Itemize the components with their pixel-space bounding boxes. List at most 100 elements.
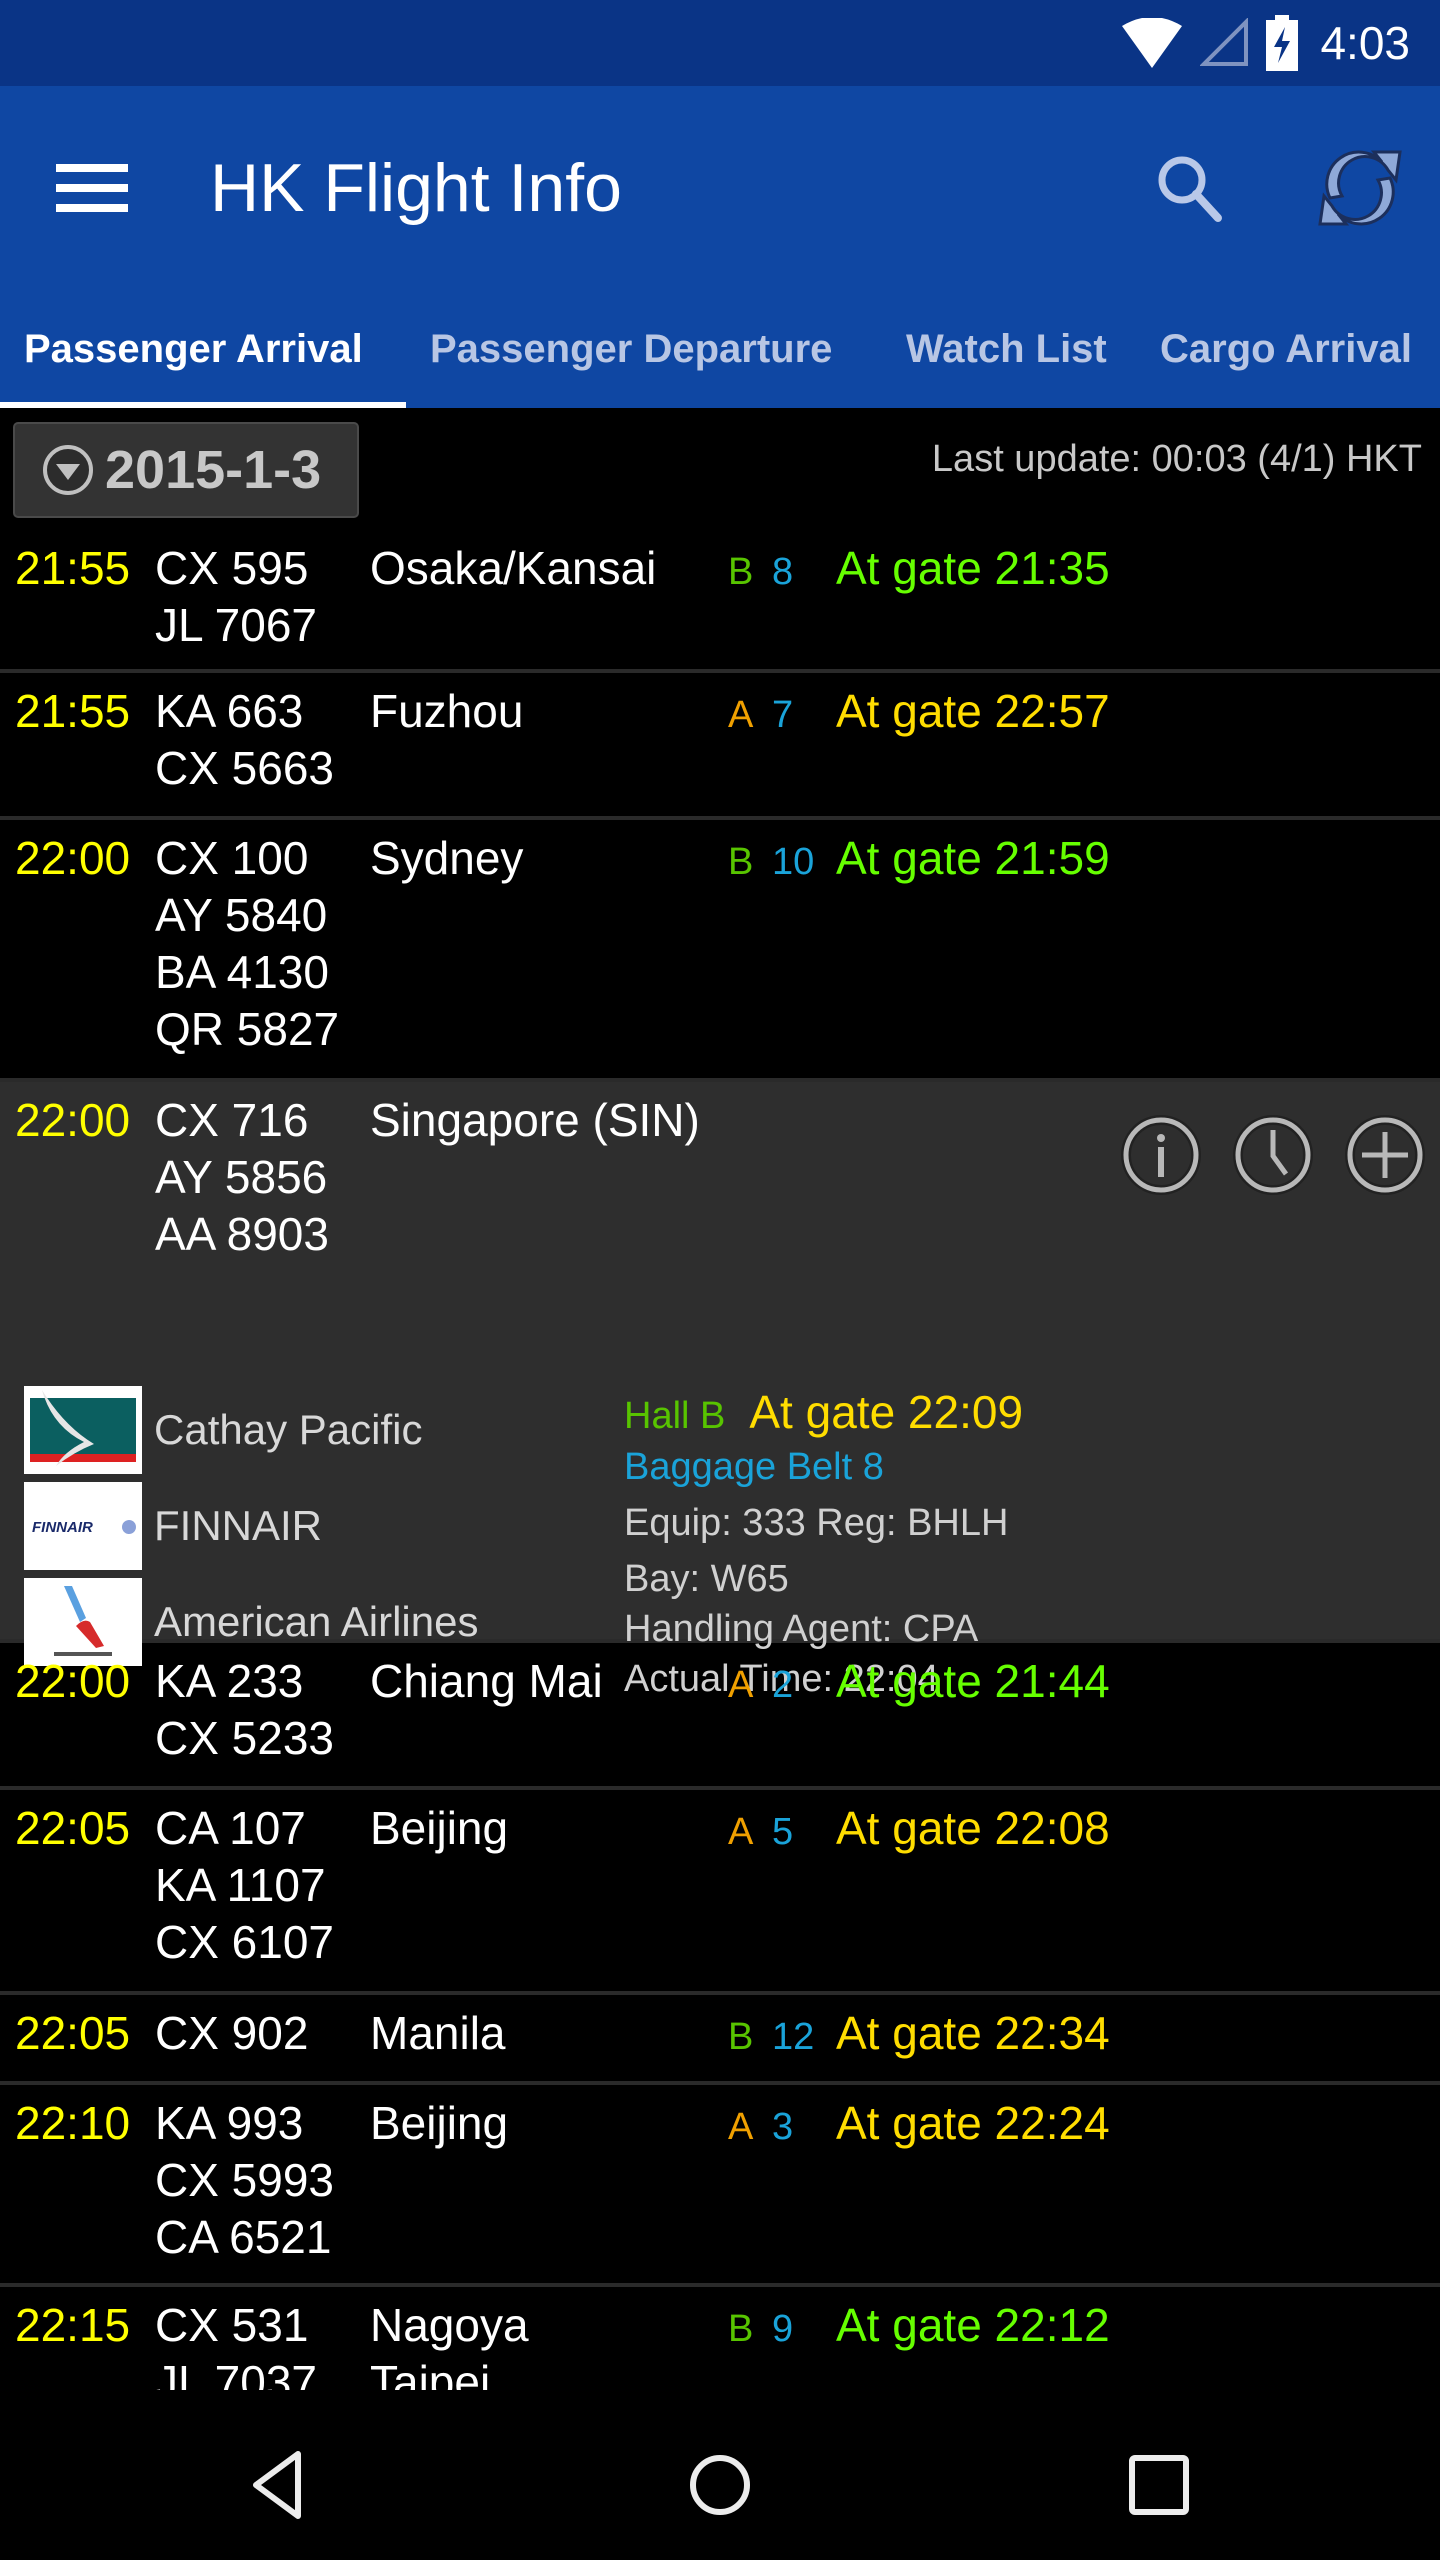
flight-status: At gate 21:59 — [836, 832, 1110, 884]
app-bar: HK Flight Info Passenger Arrival Passeng… — [0, 86, 1440, 408]
origin: Sydney — [370, 830, 523, 887]
flight-status: At gate 21:35 — [836, 542, 1110, 594]
origin-city: Manila — [370, 2007, 506, 2059]
scheduled-time: 22:00 — [15, 1655, 131, 1707]
flight-row[interactable]: 22:05 CA 107 KA 1107 CX 6107 Beijing A 5… — [0, 1790, 1440, 1995]
baggage-belt-detail: Baggage Belt 8 — [624, 1446, 884, 1488]
last-update-text: Last update: 00:03 (4/1) HKT — [931, 438, 1422, 480]
clock-icon[interactable] — [1232, 1114, 1314, 1196]
origin: Beijing — [370, 2095, 508, 2152]
flight-number: JL 7067 — [155, 599, 317, 651]
hall: A — [728, 2106, 754, 2148]
flight-numbers: KA 663 CX 5663 — [155, 683, 334, 797]
flight-numbers: CX 100 AY 5840 BA 4130 QR 5827 — [155, 830, 339, 1058]
scheduled-time: 21:55 — [15, 542, 131, 594]
flight-row[interactable]: 22:00 KA 233 CX 5233 Chiang Mai A 2 At g… — [0, 1643, 1440, 1790]
menu-button[interactable] — [56, 146, 140, 230]
flight-numbers: KA 233 CX 5233 — [155, 1653, 334, 1767]
cathay-pacific-logo — [24, 1386, 142, 1474]
origin-city: Singapore (SIN) — [370, 1094, 700, 1146]
flight-row[interactable]: 22:00 CX 100 AY 5840 BA 4130 QR 5827 Syd… — [0, 820, 1440, 1082]
baggage-belt: 5 — [772, 1811, 794, 1853]
status-bar: 4:03 — [0, 0, 1440, 86]
flight-number: CX 5663 — [155, 742, 335, 794]
finnair-logo: FINNAIR — [24, 1482, 142, 1570]
app-title: HK Flight Info — [210, 150, 622, 226]
flight-number: CX 100 — [155, 832, 309, 884]
hall-detail: Hall B — [624, 1395, 726, 1437]
flight-row[interactable]: 21:55 CX 595 JL 7067 Osaka/Kansai B 8 At… — [0, 530, 1440, 673]
scheduled-time: 21:55 — [15, 685, 131, 737]
hall: A — [728, 694, 754, 736]
origin: Manila — [370, 2005, 506, 2062]
add-icon[interactable] — [1344, 1114, 1426, 1196]
menu-icon-bar — [56, 184, 128, 192]
tab-passenger-arrival[interactable]: Passenger Arrival — [0, 290, 406, 408]
back-button[interactable] — [236, 2440, 326, 2530]
flight-row-expanded[interactable]: 22:00 CX 716 AY 5856 AA 8903 Singapore (… — [0, 1082, 1440, 1700]
tab-cargo-arrival[interactable]: Cargo Arrival — [1142, 290, 1440, 408]
origin: Singapore (SIN) — [370, 1092, 700, 1149]
recents-icon — [1129, 2455, 1189, 2515]
flight-number: CX 5993 — [155, 2154, 335, 2206]
baggage-belt: 3 — [772, 2106, 794, 2148]
search-button[interactable] — [1150, 148, 1230, 228]
flight-row[interactable]: 21:55 KA 663 CX 5663 Fuzhou A 7 At gate … — [0, 673, 1440, 820]
dropdown-circle-icon — [43, 445, 93, 495]
recents-button[interactable] — [1114, 2440, 1204, 2530]
flight-numbers: KA 993 CX 5993 CA 6521 — [155, 2095, 334, 2266]
info-icon[interactable] — [1120, 1114, 1202, 1196]
menu-icon-bar — [56, 204, 128, 212]
tab-passenger-departure[interactable]: Passenger Departure — [406, 290, 886, 408]
airline-name: American Airlines — [154, 1598, 479, 1645]
flight-number: CA 107 — [155, 1802, 306, 1854]
flight-numbers: CX 902 — [155, 2005, 308, 2062]
flight-number: AY 5856 — [155, 1151, 328, 1203]
hall: B — [728, 841, 754, 883]
wifi-icon — [1122, 18, 1183, 68]
back-icon — [253, 2451, 301, 2519]
flight-number: AY 5840 — [155, 889, 328, 941]
origin: Osaka/Kansai — [370, 540, 656, 597]
origin-city: Fuzhou — [370, 685, 524, 737]
flight-status: At gate 22:12 — [836, 2299, 1110, 2351]
flight-number: AA 8903 — [155, 1208, 329, 1260]
origin-city: Sydney — [370, 832, 524, 884]
tab-bar: Passenger Arrival Passenger Departure Wa… — [0, 290, 1440, 408]
flight-row[interactable]: 22:10 KA 993 CX 5993 CA 6521 Beijing A 3… — [0, 2085, 1440, 2287]
refresh-icon — [1318, 150, 1402, 226]
refresh-button[interactable] — [1310, 138, 1410, 238]
flight-status: At gate 21:44 — [836, 1655, 1110, 1707]
airline-item: FINNAIR FINNAIR — [24, 1478, 478, 1574]
scheduled-time: 22:05 — [15, 1802, 131, 1854]
origin: Beijing — [370, 1800, 508, 1857]
date-picker-button[interactable]: 2015-1-3 — [13, 422, 359, 518]
flight-number: CX 531 — [155, 2299, 309, 2351]
flight-status: At gate 22:09 — [749, 1386, 1024, 1438]
status-time: 4:03 — [1320, 17, 1410, 69]
svg-text:FINNAIR: FINNAIR — [32, 1519, 93, 1536]
baggage-belt: 9 — [772, 2308, 794, 2350]
date-bar: 2015-1-3 Last update: 00:03 (4/1) HKT — [0, 408, 1440, 530]
search-icon — [1158, 156, 1222, 222]
origin-city: Beijing — [370, 1802, 509, 1854]
cell-signal-icon — [1200, 18, 1249, 66]
origin: Fuzhou — [370, 683, 523, 740]
equipment-detail: Equip: 333 Reg: BHLH — [624, 1502, 1009, 1544]
tab-watch-list[interactable]: Watch List — [886, 290, 1142, 408]
flight-row[interactable]: 22:05 CX 902 Manila B 12 At gate 22:34 — [0, 1995, 1440, 2085]
flight-list: 21:55 CX 595 JL 7067 Osaka/Kansai B 8 At… — [0, 530, 1440, 2487]
flight-number: KA 1107 — [155, 1859, 326, 1911]
flight-number: KA 993 — [155, 2097, 304, 2149]
home-button[interactable] — [675, 2440, 765, 2530]
flight-number: KA 663 — [155, 685, 304, 737]
baggage-belt: 7 — [772, 694, 794, 736]
scheduled-time: 22:00 — [15, 832, 131, 884]
selected-date: 2015-1-3 — [105, 440, 322, 500]
battery-charging-icon — [1266, 15, 1299, 71]
origin-city: Chiang Mai — [370, 1655, 603, 1707]
system-nav-bar — [0, 2390, 1440, 2560]
bay-detail: Bay: W65 — [624, 1558, 789, 1600]
row-actions — [1120, 1114, 1426, 1196]
baggage-belt: 12 — [772, 2016, 815, 2058]
